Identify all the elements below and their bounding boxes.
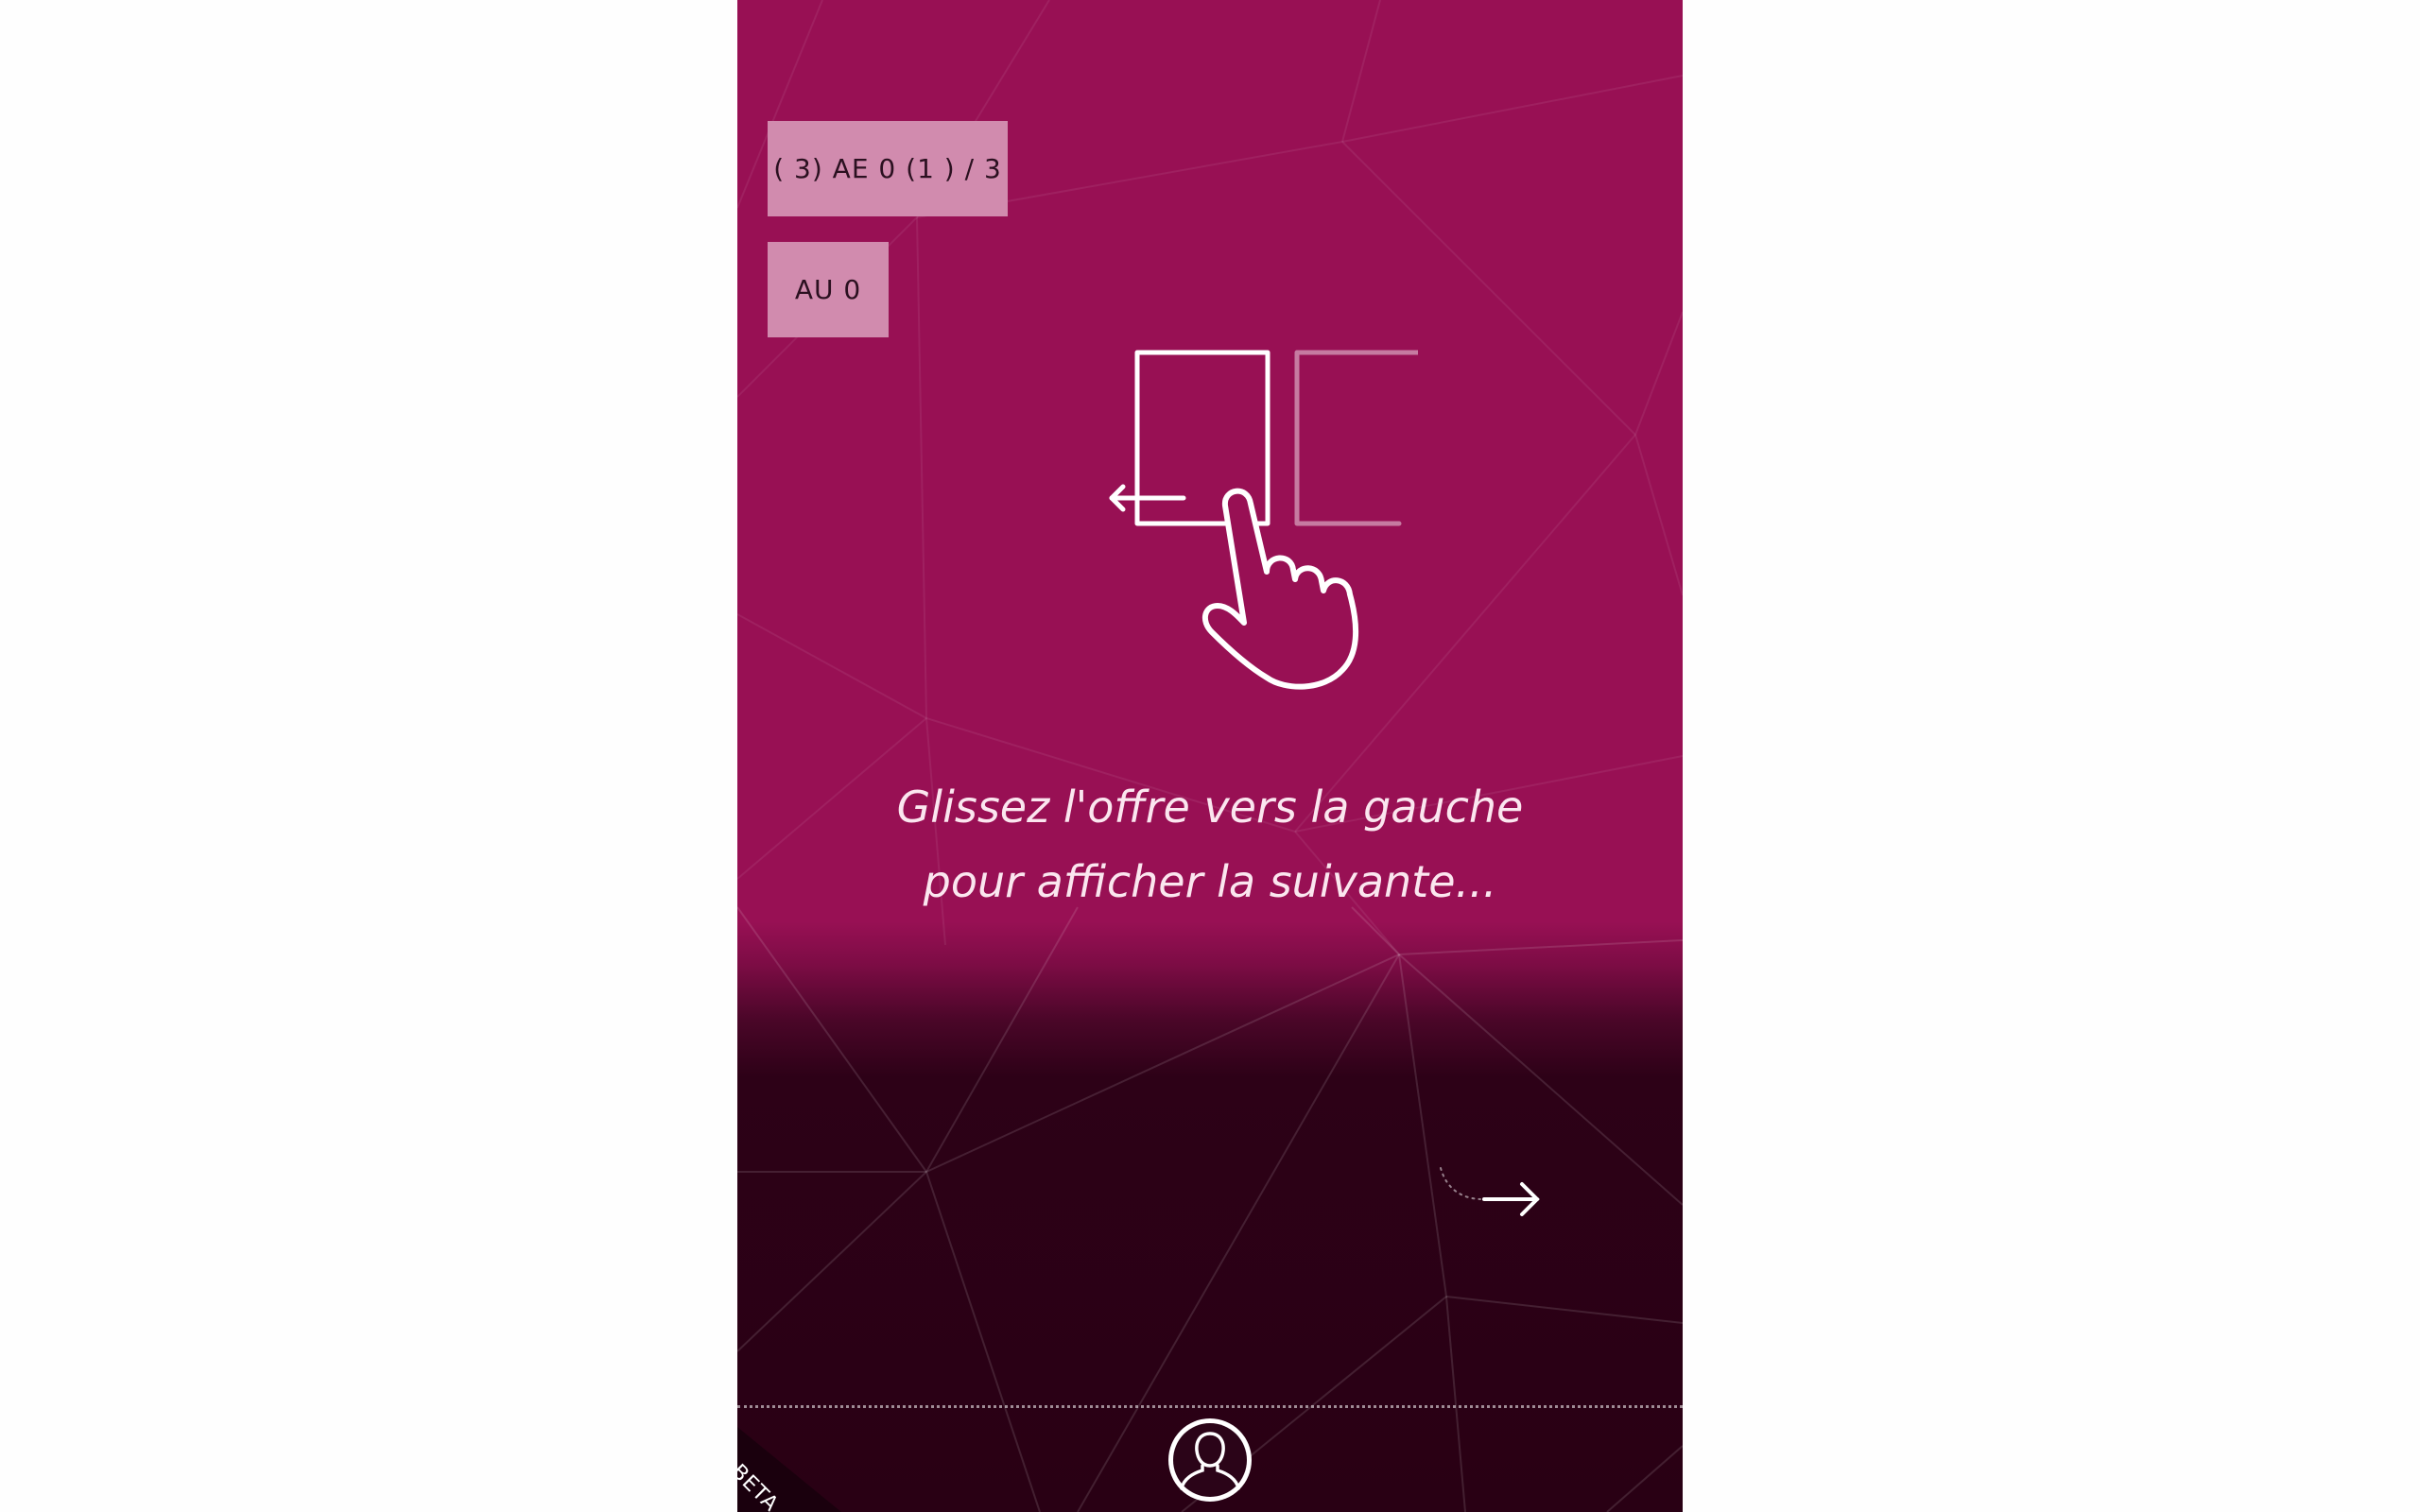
instruction-line-2: pour afficher la suivante... [923,856,1497,907]
background-polygon-pattern [737,0,1683,1512]
swipe-instruction: Glissez l'offre vers la gauche pour affi… [737,770,1683,919]
user-profile-icon[interactable] [1165,1415,1255,1505]
app-screen: ( 3) AE 0 (1 ) / 3 AU 0 Glissez l'offre … [737,0,1683,1512]
swipe-left-hand-icon [1109,350,1418,690]
au-badge-label: AU 0 [794,274,862,305]
score-badge-label: ( 3) AE 0 (1 ) / 3 [773,153,1002,184]
au-badge[interactable]: AU 0 [768,242,889,337]
bottom-divider [737,1405,1683,1408]
arrow-right-icon[interactable] [1437,1162,1541,1219]
instruction-line-1: Glissez l'offre vers la gauche [896,782,1524,833]
score-badge[interactable]: ( 3) AE 0 (1 ) / 3 [768,121,1008,216]
